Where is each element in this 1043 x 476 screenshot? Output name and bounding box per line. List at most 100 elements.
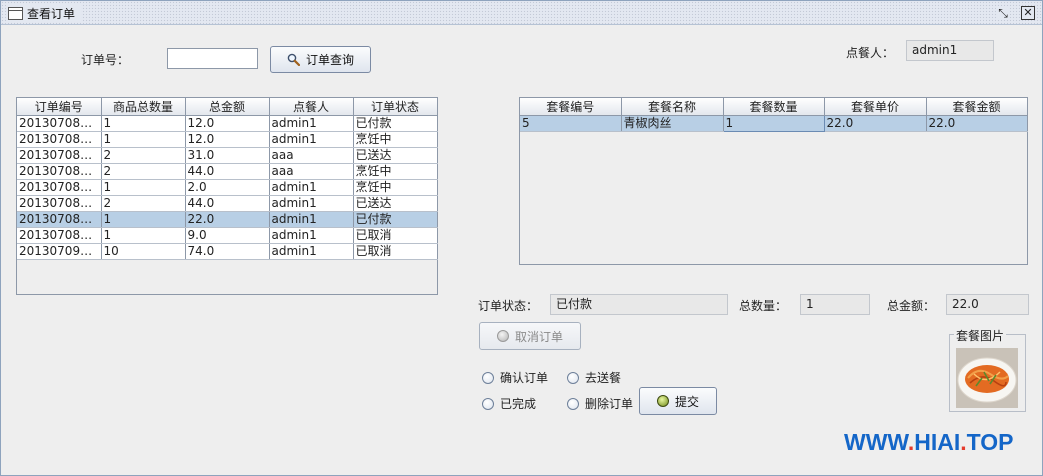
table-cell[interactable]: 2013070802... — [17, 131, 102, 148]
orders-table-header-col-0[interactable]: 订单编号 — [17, 98, 102, 116]
table-cell[interactable]: 2013070811... — [17, 195, 102, 212]
table-cell[interactable]: 2 — [101, 163, 186, 180]
window-icon — [8, 6, 23, 20]
table-cell[interactable]: 1 — [101, 179, 186, 196]
order-number-label: 订单号： — [81, 53, 130, 67]
table-cell[interactable]: admin1 — [269, 195, 354, 212]
order-search-button[interactable]: 订单查询 — [270, 46, 371, 73]
submit-button[interactable]: 提交 — [639, 387, 717, 415]
table-cell[interactable]: 44.0 — [185, 195, 270, 212]
radio-completed[interactable]: 已完成 — [482, 395, 536, 412]
watermark-part-a: WWW — [844, 429, 908, 455]
table-cell[interactable]: 10 — [101, 243, 186, 260]
table-cell[interactable]: 烹饪中 — [353, 131, 438, 148]
table-row[interactable]: 2013070811... 2 44.0 admin1 已送达 — [17, 195, 438, 212]
watermark: WWW.HIAI.TOP — [844, 429, 1014, 456]
table-cell[interactable]: 2013070908... — [17, 243, 102, 260]
radio-deliver-label: 去送餐 — [585, 371, 622, 385]
table-row[interactable]: 2013070908... 10 74.0 admin1 已取消 — [17, 243, 438, 260]
table-cell[interactable]: 2013070811... — [17, 179, 102, 196]
orders-grid: 订单编号 商品总数量 总金额 点餐人 订单状态 2013070800... 1 12.0 ad… — [17, 98, 438, 260]
quantity-label: 总数量： — [739, 299, 788, 313]
radio-delete-order[interactable]: 删除订单 — [567, 395, 633, 412]
orders-table-header-col-1[interactable]: 商品总数量 — [101, 98, 186, 116]
table-cell[interactable]: 2013070811... — [17, 147, 102, 164]
table-cell[interactable]: aaa — [269, 163, 354, 180]
cancel-order-button[interactable]: 取消订单 — [479, 322, 581, 350]
table-row[interactable]: 2013070802... 1 12.0 admin1 烹饪中 — [17, 131, 438, 148]
table-cell[interactable]: 44.0 — [185, 163, 270, 180]
table-cell[interactable]: 2013070800... — [17, 115, 102, 132]
table-cell[interactable]: 烹饪中 — [353, 163, 438, 180]
watermark-part-b: HIAI — [914, 429, 961, 455]
meal-table-header-col-4[interactable]: 套餐金额 — [926, 98, 1028, 116]
meal-table-header-col-1[interactable]: 套餐名称 — [621, 98, 724, 116]
table-cell[interactable]: admin1 — [269, 227, 354, 244]
table-cell[interactable]: 22.0 — [926, 115, 1028, 132]
table-cell[interactable]: admin1 — [269, 179, 354, 196]
orders-table-header-col-2[interactable]: 总金额 — [185, 98, 270, 116]
meal-grid: 套餐编号 套餐名称 套餐数量 套餐单价 套餐金额 5 青椒肉丝 1 22.0 22.0 — [520, 98, 1028, 132]
restore-icon[interactable]: ⤡ — [996, 6, 1010, 20]
table-row[interactable]: 2013070811... 1 2.0 admin1 烹饪中 — [17, 179, 438, 196]
table-cell[interactable]: 已付款 — [353, 211, 438, 228]
table-cell[interactable]: 74.0 — [185, 243, 270, 260]
meal-table-header-col-2[interactable]: 套餐数量 — [723, 98, 825, 116]
close-icon[interactable]: ✕ — [1021, 6, 1035, 20]
radio-deliver[interactable]: 去送餐 — [567, 369, 621, 386]
submit-dot-icon — [656, 395, 669, 407]
cancel-dot-icon — [496, 330, 509, 342]
table-cell[interactable]: 2.0 — [185, 179, 270, 196]
radio-confirm-order[interactable]: 确认订单 — [482, 369, 548, 386]
table-cell[interactable]: 已送达 — [353, 195, 438, 212]
table-cell[interactable]: 1 — [722, 115, 825, 132]
table-cell[interactable]: 1 — [101, 211, 186, 228]
table-row[interactable]: 2013070800... 1 12.0 admin1 已付款 — [17, 115, 438, 132]
table-row[interactable]: 5 青椒肉丝 1 22.0 22.0 — [520, 115, 1028, 132]
order-number-input[interactable] — [167, 48, 258, 69]
table-cell[interactable]: 22.0 — [824, 115, 927, 132]
table-cell[interactable]: 1 — [101, 131, 186, 148]
table-cell[interactable]: admin1 — [269, 211, 354, 228]
table-cell[interactable]: 已取消 — [353, 227, 438, 244]
table-cell[interactable]: admin1 — [269, 243, 354, 260]
title-box: 查看订单 — [6, 4, 82, 22]
cancel-order-label: 取消订单 — [514, 329, 563, 344]
table-cell[interactable]: 已取消 — [353, 243, 438, 260]
table-cell[interactable]: 9.0 — [185, 227, 270, 244]
table-cell[interactable]: 青椒肉丝 — [621, 115, 724, 132]
table-cell[interactable]: 2013070811... — [17, 211, 102, 228]
meal-table-header-col-3[interactable]: 套餐单价 — [824, 98, 927, 116]
submit-label: 提交 — [674, 394, 699, 409]
table-cell[interactable]: 1 — [101, 227, 186, 244]
table-cell[interactable]: 12.0 — [185, 115, 270, 132]
table-row[interactable]: 2013070811... 1 22.0 admin1 已付款 — [17, 211, 438, 228]
table-row[interactable]: 2013070811... 2 31.0 aaa 已送达 — [17, 147, 438, 164]
amount-field: 22.0 — [946, 294, 1029, 315]
title-bar[interactable]: 查看订单 ⤡ ✕ — [1, 1, 1042, 25]
orders-table-header-col-3[interactable]: 点餐人 — [269, 98, 354, 116]
table-row[interactable]: 2013070812... 1 9.0 admin1 已取消 — [17, 227, 438, 244]
table-cell[interactable]: 2 — [101, 147, 186, 164]
table-cell[interactable]: admin1 — [269, 131, 354, 148]
table-cell[interactable]: 31.0 — [185, 147, 270, 164]
table-cell[interactable]: aaa — [269, 147, 354, 164]
orders-table-header-col-4[interactable]: 订单状态 — [353, 98, 438, 116]
table-cell[interactable]: 烹饪中 — [353, 179, 438, 196]
table-cell[interactable]: 2013070811... — [17, 163, 102, 180]
table-cell[interactable]: 1 — [101, 115, 186, 132]
table-cell[interactable]: 2 — [101, 195, 186, 212]
diner-label: 点餐人： — [846, 46, 895, 60]
table-cell[interactable]: 已送达 — [353, 147, 438, 164]
table-cell[interactable]: 已付款 — [353, 115, 438, 132]
table-cell[interactable]: 12.0 — [185, 131, 270, 148]
table-cell[interactable]: 5 — [520, 115, 622, 132]
meal-image — [956, 348, 1018, 408]
table-cell[interactable]: admin1 — [269, 115, 354, 132]
table-cell[interactable]: 22.0 — [185, 211, 270, 228]
table-cell[interactable]: 2013070812... — [17, 227, 102, 244]
watermark-part-c: TOP — [966, 429, 1014, 455]
meal-table-header-col-0[interactable]: 套餐编号 — [520, 98, 622, 116]
window-title: 查看订单 — [27, 6, 76, 21]
table-row[interactable]: 2013070811... 2 44.0 aaa 烹饪中 — [17, 163, 438, 180]
